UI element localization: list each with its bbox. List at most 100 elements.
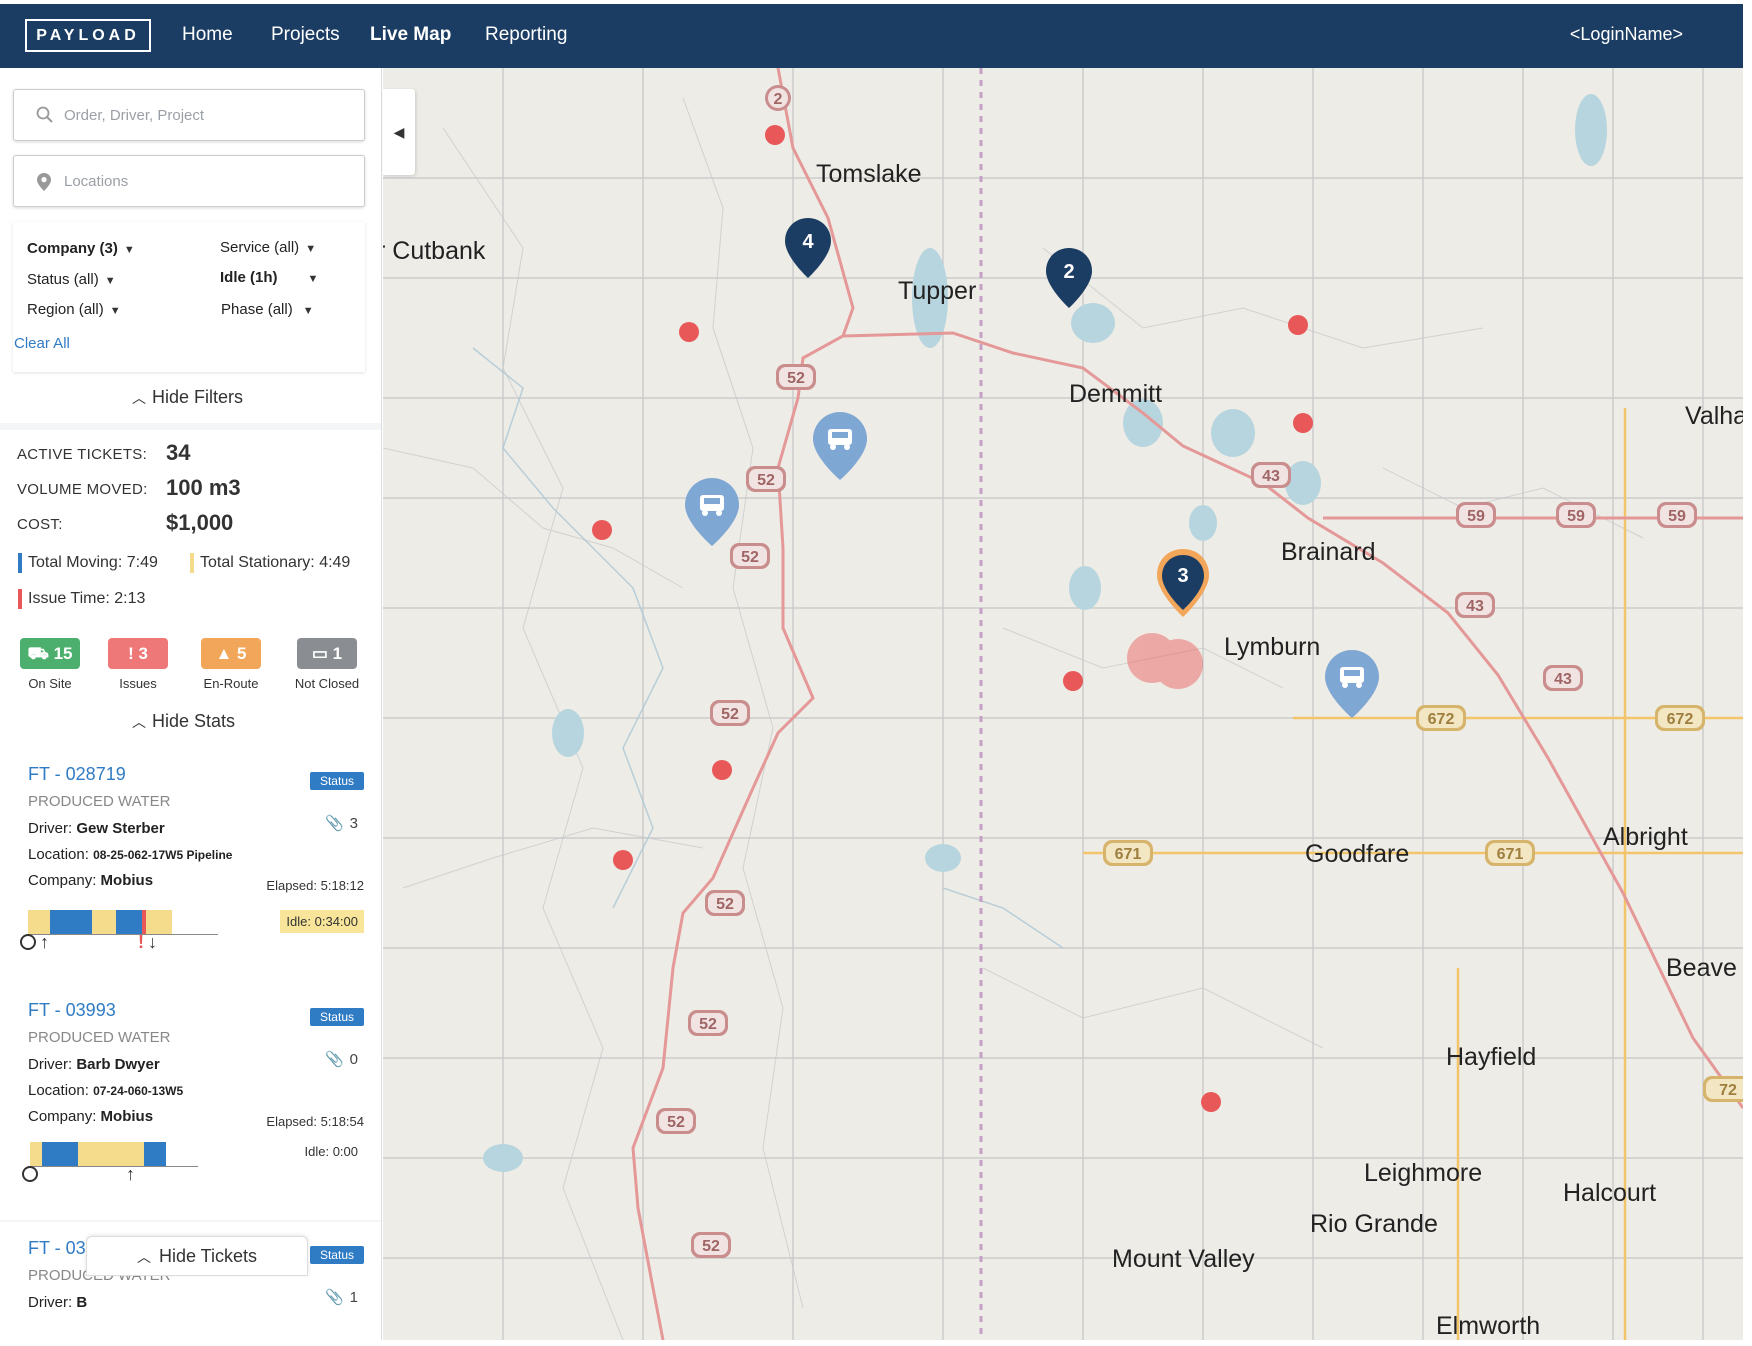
alert-icon: ! (138, 932, 144, 952)
collapse-sidebar-button[interactable]: ◀ (383, 89, 415, 175)
town-label: Brainard (1281, 538, 1376, 566)
svg-text:52: 52 (787, 370, 805, 387)
ticket-driver: Driver: Barb Dwyer (28, 1056, 160, 1073)
town-label: Mount Valley (1112, 1245, 1255, 1273)
attachment-count[interactable]: 📎 3 (325, 814, 358, 832)
company-filter[interactable]: Company (3) ▼ (27, 240, 135, 257)
svg-text:43: 43 (1262, 468, 1280, 485)
arrow-up-icon: ↑ (40, 932, 49, 952)
town-label: Albright (1603, 823, 1688, 851)
paperclip-icon: 📎 (324, 815, 344, 832)
attachment-count[interactable]: 📎 1 (325, 1288, 358, 1306)
ticket-card[interactable]: FT - 028719 Status PRODUCED WATER Driver… (0, 748, 381, 982)
svg-text:672: 672 (1428, 711, 1455, 728)
hide-tickets-toggle[interactable]: ︿ Hide Tickets (86, 1236, 308, 1276)
svg-text:52: 52 (716, 896, 734, 913)
volume-label: VOLUME MOVED: (17, 481, 148, 498)
cluster-marker-3: 3 (1157, 549, 1209, 617)
filter-panel: Company (3) ▼ Service (all) ▼ Status (all)… (0, 68, 381, 423)
status-badge[interactable]: Status (309, 1246, 364, 1264)
nav-projects[interactable]: Projects (271, 24, 340, 46)
window-edge (1743, 0, 1752, 1346)
town-label: Tomslake (816, 160, 922, 188)
hide-stats-label: Hide Stats (152, 711, 236, 731)
svg-text:52: 52 (667, 1114, 685, 1131)
issue-cluster (1127, 633, 1203, 689)
issues-chip[interactable]: ! 3 (108, 638, 168, 669)
status-filter-label: Status (all) (27, 271, 99, 288)
ticket-driver: Driver: B (28, 1294, 88, 1311)
nav-reporting[interactable]: Reporting (485, 24, 567, 46)
start-circle-icon (20, 934, 36, 950)
locations-input[interactable] (64, 170, 354, 192)
elapsed-time: Elapsed: 5:18:54 (266, 1114, 364, 1129)
idle-filter[interactable]: Idle (1h) ▼ (220, 269, 318, 286)
brand-logo[interactable]: PAYLOAD (25, 19, 151, 52)
ticket-card[interactable]: FT - 03993 Status PRODUCED WATER Driver:… (0, 984, 381, 1220)
town-label: r Cutbank (383, 237, 486, 265)
issue-marker (592, 520, 612, 540)
ticket-timeline: ↑ ! ↓ (20, 910, 218, 952)
cluster-marker-4: 4 (785, 218, 831, 278)
ticket-id[interactable]: FT - 028719 (28, 764, 126, 785)
issue-marker (1288, 315, 1308, 335)
attachment-count[interactable]: 📎 0 (325, 1050, 358, 1068)
arrow-down-icon: ↓ (148, 932, 157, 952)
ticket-timeline: ↑ (22, 1142, 198, 1184)
active-tickets-label: ACTIVE TICKETS: (17, 446, 148, 463)
live-map[interactable]: 2 52 52 52 52 52 52 52 52 43 43 43 59 59… (383, 68, 1743, 1340)
issue-marker (765, 125, 785, 145)
status-filter[interactable]: Status (all) ▼ (27, 271, 116, 288)
clear-all-link[interactable]: Clear All (14, 335, 70, 352)
nav-home[interactable]: Home (182, 24, 233, 46)
truck-marker (685, 478, 739, 546)
nav-live-map[interactable]: Live Map (370, 24, 451, 46)
login-name[interactable]: <LoginName> (1570, 24, 1683, 45)
phase-filter-label: Phase (all) (221, 301, 293, 318)
truck-markers (685, 412, 1379, 718)
svg-text:59: 59 (1467, 508, 1485, 525)
town-label: Beave (1666, 954, 1737, 982)
town-label: Rio Grande (1310, 1210, 1438, 1238)
hide-stats-toggle[interactable]: ︿ Hide Stats (132, 711, 235, 732)
ticket-driver: Driver: Gew Sterber (28, 820, 165, 837)
region-filter-label: Region (all) (27, 301, 104, 318)
svg-text:72: 72 (1719, 1082, 1737, 1099)
chevron-up-icon: ︿ (132, 714, 146, 730)
total-moving: Total Moving: 7:49 (18, 553, 158, 573)
chevron-down-icon: ▼ (307, 273, 319, 285)
start-circle-icon (22, 1166, 38, 1182)
hide-filters-toggle[interactable]: ︿ Hide Filters (132, 387, 243, 408)
chevron-up-icon: ︿ (132, 390, 146, 406)
town-label: Lymburn (1224, 633, 1320, 661)
chevron-down-icon: ▼ (302, 305, 314, 317)
road-icon: ▲ (215, 644, 233, 663)
svg-text:43: 43 (1466, 598, 1484, 615)
not-closed-chip[interactable]: ▭ 1 (297, 638, 357, 669)
region-filter[interactable]: Region (all) ▼ (27, 301, 121, 318)
hide-filters-label: Hide Filters (152, 387, 244, 407)
idle-time: Idle: 0:00 (304, 1144, 358, 1159)
ticket-location: Location: 07-24-060-13W5 (28, 1082, 184, 1099)
service-filter[interactable]: Service (all) ▼ (220, 239, 316, 256)
phase-filter[interactable]: Phase (all) ▼ (221, 301, 314, 318)
ticket-id[interactable]: FT - 03993 (28, 1000, 116, 1021)
en-route-chip[interactable]: ▲ 5 (201, 638, 261, 669)
status-badge[interactable]: Status (309, 1008, 364, 1026)
town-label: Valha (1685, 402, 1743, 430)
on-site-chip[interactable]: ⛟ 15 (20, 638, 80, 669)
volume-value: 100 m3 (166, 475, 241, 500)
svg-text:43: 43 (1554, 671, 1572, 688)
en-route-label: En-Route (203, 676, 259, 691)
active-tickets-value: 34 (166, 440, 191, 465)
search-icon (36, 106, 54, 129)
issue-marker (679, 322, 699, 342)
svg-text:2: 2 (1063, 261, 1074, 283)
sidebar: Company (3) ▼ Service (all) ▼ Status (all)… (0, 68, 382, 1340)
town-label: Hayfield (1446, 1043, 1536, 1071)
ticket-type: PRODUCED WATER (28, 1029, 171, 1046)
paperclip-icon: 📎 (324, 1289, 344, 1306)
ticket-type: PRODUCED WATER (28, 793, 171, 810)
status-badge[interactable]: Status (309, 772, 364, 790)
order-search-input[interactable] (64, 104, 354, 126)
